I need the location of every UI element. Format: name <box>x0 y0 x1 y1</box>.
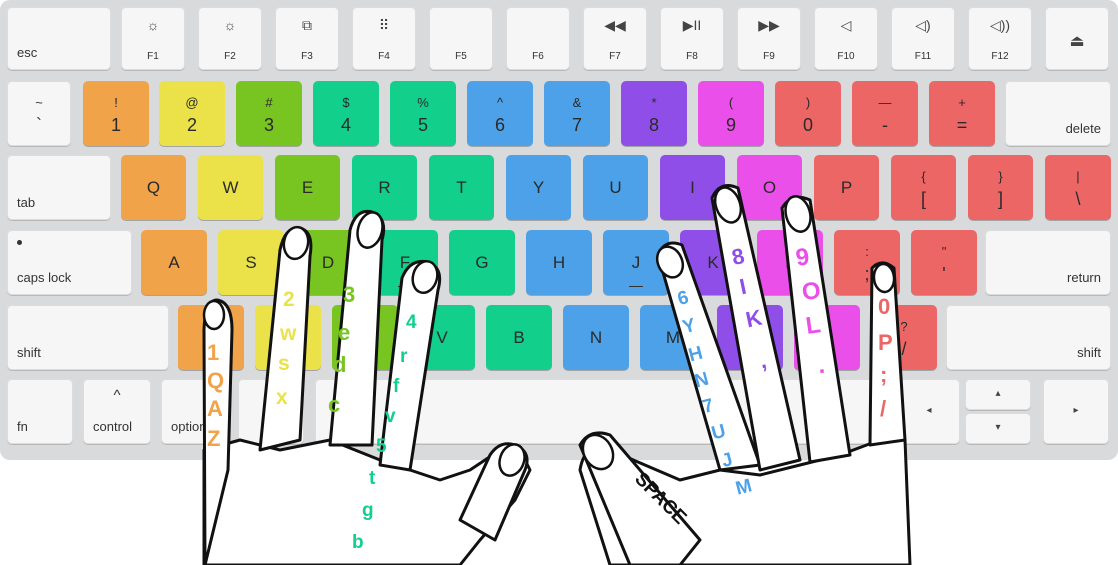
finger-label: b <box>352 532 364 553</box>
finger-label: 2 <box>283 288 295 311</box>
finger-label: c <box>328 392 341 417</box>
finger-label: g <box>362 500 374 521</box>
finger-label: ; <box>880 362 888 387</box>
finger-label: O <box>800 276 823 307</box>
left-pinky-nail <box>202 299 226 331</box>
finger-label: 3 <box>343 282 356 307</box>
finger-label: 0 <box>878 294 891 319</box>
finger-label: t <box>369 468 376 489</box>
finger-label: 4 <box>406 312 417 333</box>
finger-label: x <box>276 386 288 409</box>
finger-label: A <box>207 396 223 421</box>
finger-label: / <box>880 396 887 421</box>
finger-label: f <box>393 376 400 397</box>
left-index <box>378 259 442 472</box>
hands-illustration <box>202 184 912 565</box>
finger-label: s <box>278 352 290 375</box>
finger-label: 1 <box>207 340 220 365</box>
finger-label: Q <box>207 368 225 393</box>
right-pinky-nail <box>872 262 896 294</box>
finger-label: e <box>338 320 351 345</box>
finger-label: Z <box>207 426 221 451</box>
finger-label: w <box>280 322 297 345</box>
finger-label: r <box>400 346 408 367</box>
finger-label: P <box>878 330 893 355</box>
finger-label: v <box>385 406 396 427</box>
finger-label: d <box>333 352 347 377</box>
finger-label: 5 <box>376 436 387 457</box>
